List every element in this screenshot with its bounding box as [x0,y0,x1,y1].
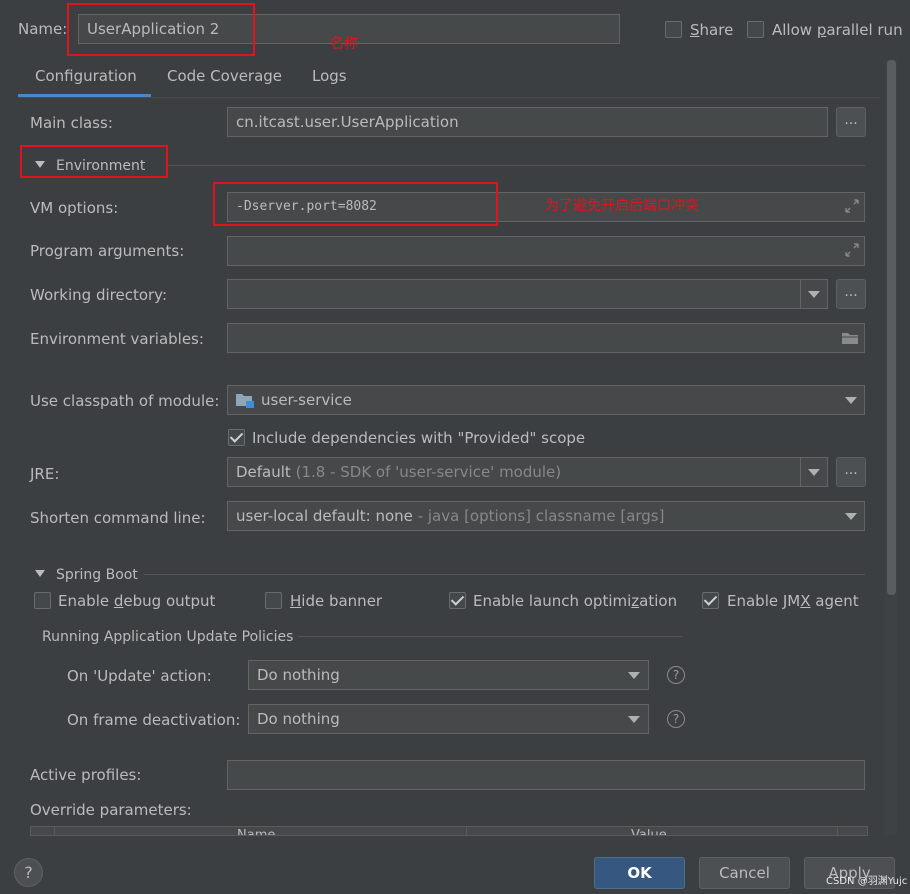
allow-parallel-label: Allow parallel run [772,21,903,39]
cancel-button[interactable]: Cancel [699,857,790,889]
allow-parallel-checkbox[interactable] [747,21,764,38]
vm-options-label: VM options: [30,199,119,217]
chevron-down-icon[interactable] [628,716,640,723]
include-dependencies-label: Include dependencies with "Provided" sco… [252,429,586,447]
chevron-down-icon[interactable] [628,672,640,679]
dropdown-separator [800,280,801,308]
main-class-input[interactable]: cn.itcast.user.UserApplication [227,107,828,137]
module-folder-icon [236,394,254,408]
active-profiles-input[interactable] [227,760,865,790]
tab-configuration[interactable]: Configuration [35,66,137,86]
chevron-down-icon[interactable] [845,397,857,404]
column-header-value[interactable]: Value [631,828,667,835]
scrollbar-thumb[interactable] [887,60,896,595]
help-icon[interactable]: ? [667,710,685,728]
chevron-down-icon[interactable] [808,469,820,476]
chevron-down-icon[interactable] [845,513,857,520]
enable-jmx-agent-label: Enable JMX agent [727,592,859,610]
environment-separator [168,165,865,166]
working-directory-browse-button[interactable]: ... [836,279,866,309]
main-class-browse-button[interactable]: ... [836,107,866,137]
update-action-select[interactable]: Do nothing [248,660,649,690]
chevron-down-icon[interactable] [808,291,820,298]
expand-icon[interactable] [845,199,859,213]
name-label: Name: [18,20,68,38]
help-icon[interactable]: ? [667,666,685,684]
program-arguments-label: Program arguments: [30,242,185,260]
shorten-detail: - java [options] classname [args] [417,507,665,525]
jre-select[interactable]: Default (1.8 - SDK of 'user-service' mod… [227,457,828,487]
annotation-name-text: 名称 [330,36,358,52]
working-directory-input[interactable] [227,279,828,309]
classpath-module-label: Use classpath of module: [30,392,220,410]
shorten-value: user-local default: none [236,507,413,525]
classpath-module-select[interactable]: user-service [227,385,865,415]
expand-icon[interactable] [845,243,859,257]
program-arguments-input[interactable] [227,236,865,266]
help-button[interactable]: ? [14,858,43,887]
tab-border [18,97,880,98]
jre-label: JRE: [30,465,60,483]
jre-browse-button[interactable]: ... [836,457,866,487]
enable-launch-optimization-label: Enable launch optimization [473,592,678,610]
table-column-divider [837,827,838,835]
spring-boot-section-label: Spring Boot [56,567,138,583]
ok-button[interactable]: OK [594,857,685,889]
jre-value: Default [236,463,291,481]
working-directory-label: Working directory: [30,286,168,304]
annotation-box-vm-options [213,182,498,226]
enable-debug-output-checkbox[interactable] [34,592,51,609]
annotation-vm-text: 为了避免开启后端口冲突 [545,198,699,214]
tab-code-coverage[interactable]: Code Coverage [167,66,282,86]
share-label: Share [690,21,734,39]
hide-banner-label: Hide banner [290,592,383,610]
table-column-divider [54,827,55,835]
annotation-box-name [67,3,255,56]
spring-boot-collapse-icon[interactable] [35,570,45,577]
jre-detail: (1.8 - SDK of 'user-service' module) [295,463,562,481]
environment-variables-label: Environment variables: [30,330,204,348]
folder-icon[interactable] [841,331,859,345]
table-column-divider [466,827,467,835]
include-dependencies-checkbox[interactable] [228,429,245,446]
dropdown-separator [800,458,801,486]
hide-banner-checkbox[interactable] [265,592,282,609]
enable-debug-output-label: Enable debug output [58,592,216,610]
update-policies-separator [298,636,683,637]
watermark: CSDN @羽渊Yujc [826,876,908,887]
enable-jmx-agent-checkbox[interactable] [702,592,719,609]
enable-launch-optimization-checkbox[interactable] [449,592,466,609]
spring-boot-separator [144,574,865,575]
share-checkbox[interactable] [665,21,682,38]
update-policies-label: Running Application Update Policies [42,629,294,645]
tab-logs[interactable]: Logs [312,66,347,86]
column-header-name[interactable]: Name [237,828,275,835]
override-table-header: Name Value [30,826,868,836]
frame-deactivation-select[interactable]: Do nothing [248,704,649,734]
share-label-rest: hare [699,21,734,39]
override-parameters-label: Override parameters: [30,801,192,819]
environment-variables-input[interactable] [227,323,865,353]
frame-deactivation-label: On frame deactivation: [67,711,241,729]
shorten-command-line-label: Shorten command line: [30,509,206,527]
update-action-label: On 'Update' action: [67,667,212,685]
main-class-label: Main class: [30,114,113,132]
annotation-box-environment [20,145,168,178]
active-profiles-label: Active profiles: [30,766,142,784]
shorten-command-line-select[interactable]: user-local default: none - java [options… [227,501,865,531]
